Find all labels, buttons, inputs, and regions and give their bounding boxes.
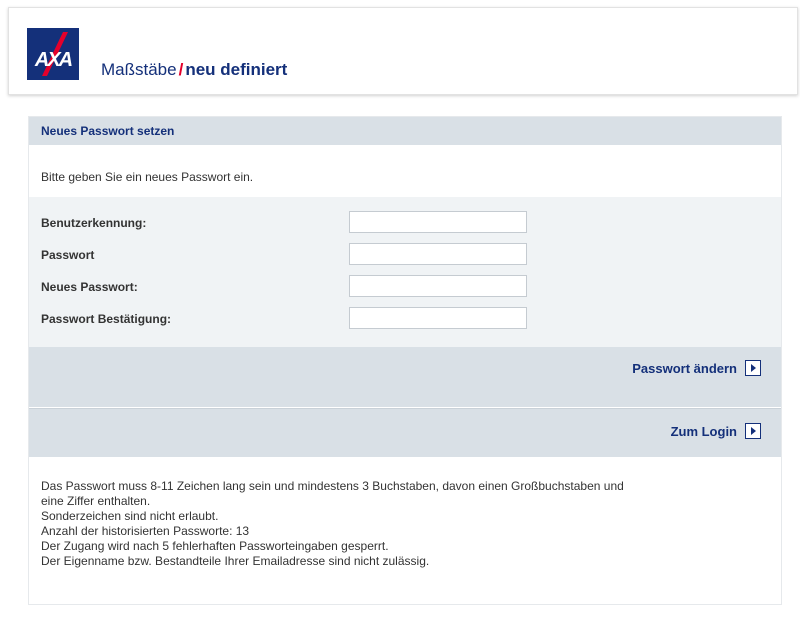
change-password-button[interactable]: Passwort ändern	[632, 360, 761, 376]
site-header: AXA Maßstäbe / neu definiert	[8, 7, 798, 95]
password-panel: Neues Passwort setzen Bitte geben Sie ei…	[28, 116, 782, 605]
tagline-part1: Maßstäbe	[101, 60, 177, 79]
rule-line: Anzahl der historisierten Passworte: 13	[41, 524, 250, 538]
intro-section: Bitte geben Sie ein neues Passwort ein.	[29, 145, 781, 197]
arrow-right-icon	[745, 360, 761, 376]
new-password-input[interactable]	[349, 275, 527, 297]
arrow-right-icon	[745, 423, 761, 439]
username-input[interactable]	[349, 211, 527, 233]
to-login-button[interactable]: Zum Login	[671, 423, 761, 439]
rule-line: Der Zugang wird nach 5 fehlerhaften Pass…	[41, 539, 389, 553]
new-password-label: Neues Passwort:	[41, 280, 138, 294]
tagline: Maßstäbe / neu definiert	[101, 60, 287, 80]
tagline-slash: /	[178, 60, 184, 79]
rule-line: Sonderzeichen sind nicht erlaubt.	[41, 509, 219, 523]
rule-line: Das Passwort muss 8-11 Zeichen lang sein…	[41, 479, 624, 493]
password-input[interactable]	[349, 243, 527, 265]
svg-text:AXA: AXA	[34, 49, 72, 71]
to-login-label: Zum Login	[670, 423, 737, 439]
tagline-part2: neu definiert	[185, 60, 288, 79]
confirm-password-input[interactable]	[349, 307, 527, 329]
username-label: Benutzerkennung:	[41, 216, 147, 230]
panel-title: Neues Passwort setzen	[41, 124, 175, 138]
change-password-bar: Passwort ändern	[29, 347, 781, 407]
login-bar: Zum Login	[29, 408, 781, 458]
rule-line: Der Eigenname bzw. Bestandteile Ihrer Em…	[41, 554, 430, 568]
intro-text: Bitte geben Sie ein neues Passwort ein.	[41, 170, 254, 184]
password-rules: Das Passwort muss 8-11 Zeichen lang sein…	[29, 457, 781, 604]
change-password-label: Passwort ändern	[632, 360, 737, 376]
confirm-password-label: Passwort Bestätigung:	[41, 312, 172, 326]
password-form: Benutzerkennung: Passwort Neues Passwort…	[29, 197, 781, 347]
panel-title-bar: Neues Passwort setzen	[29, 117, 781, 145]
password-label: Passwort	[41, 248, 95, 262]
rule-line: eine Ziffer enthalten.	[41, 494, 151, 508]
axa-logo: AXA	[27, 28, 79, 80]
